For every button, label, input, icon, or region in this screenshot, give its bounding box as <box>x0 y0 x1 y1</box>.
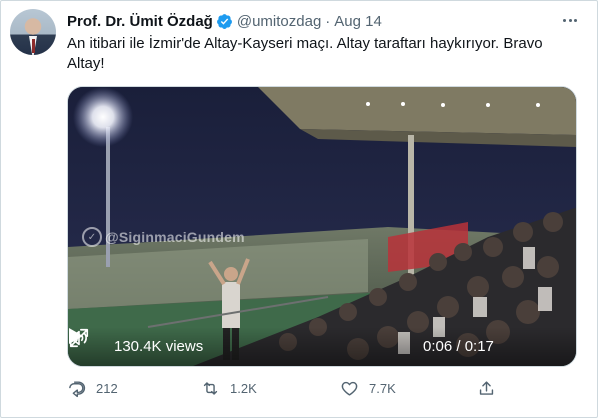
tweet-text: An itibari ile İzmir'de Altay-Kayseri ma… <box>67 35 543 72</box>
more-options-icon[interactable] <box>559 10 581 30</box>
tweet-card[interactable]: Prof. Dr. Ümit Özdağ @umitozdag · Aug 14… <box>0 0 598 418</box>
tweet-header: Prof. Dr. Ümit Özdağ @umitozdag · Aug 14 <box>67 11 382 31</box>
tweet-date[interactable]: Aug 14 <box>334 13 382 30</box>
tweet-actions: 212 1.2K 7.7K <box>67 379 507 401</box>
avatar-tie <box>31 39 35 53</box>
share-button[interactable] <box>477 379 506 398</box>
heart-icon <box>341 381 358 396</box>
like-count: 7.7K <box>369 381 396 396</box>
avatar[interactable] <box>10 9 56 55</box>
verified-badge-icon <box>216 13 232 29</box>
fullscreen-icon[interactable] <box>68 327 90 349</box>
video-watermark: ✓ @SiginmaciGundem <box>82 227 245 247</box>
video-player[interactable]: ✓ @SiginmaciGundem 130.4K views 0:06 / 0… <box>67 86 577 367</box>
retweet-count: 1.2K <box>230 381 257 396</box>
retweet-button[interactable]: 1.2K <box>201 379 257 398</box>
reply-icon <box>69 381 86 398</box>
author-name[interactable]: Prof. Dr. Ümit Özdağ <box>67 13 213 30</box>
watermark-text: @SiginmaciGundem <box>105 229 245 245</box>
separator-dot: · <box>325 12 331 30</box>
watermark-icon: ✓ <box>82 227 102 247</box>
like-button[interactable]: 7.7K <box>340 379 396 398</box>
reply-count: 212 <box>96 381 118 396</box>
share-icon <box>479 381 494 395</box>
author-handle[interactable]: @umitozdag <box>237 13 321 30</box>
video-time: 0:06 / 0:17 <box>423 338 494 355</box>
reply-button[interactable]: 212 <box>67 379 118 398</box>
retweet-icon <box>203 382 218 395</box>
view-count: 130.4K views <box>114 338 204 355</box>
video-controls: 130.4K views 0:06 / 0:17 <box>68 327 576 366</box>
